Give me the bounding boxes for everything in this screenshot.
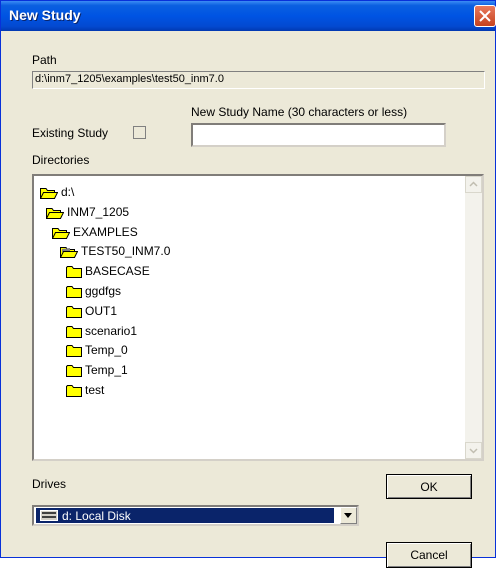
hard-disk-icon <box>40 510 58 521</box>
directory-item-label: Temp_0 <box>85 343 128 357</box>
folder-open-icon <box>52 226 73 239</box>
folder-icon <box>66 285 85 298</box>
folder-icon <box>66 384 85 397</box>
directory-item-label: test <box>85 383 105 397</box>
directory-item[interactable]: BASECASE <box>66 262 150 280</box>
directory-item[interactable]: INM7_1205 <box>46 203 129 221</box>
existing-study-checkbox[interactable] <box>133 126 146 139</box>
directory-item-label: Temp_1 <box>85 363 128 377</box>
study-name-input[interactable] <box>191 123 446 147</box>
scroll-up-button[interactable] <box>465 176 482 193</box>
existing-study-label: Existing Study <box>32 126 109 140</box>
directory-item-label: TEST50_INM7.0 <box>81 244 171 258</box>
directory-item[interactable]: EXAMPLES <box>52 223 138 241</box>
drives-dropdown-button[interactable] <box>340 507 357 524</box>
directory-item-label: INM7_1205 <box>67 205 130 219</box>
directory-item-label: EXAMPLES <box>73 225 138 239</box>
directory-item-label: ggdfgs <box>85 284 122 298</box>
directory-item[interactable]: ggdfgs <box>66 282 121 300</box>
ok-button[interactable]: OK <box>386 474 472 499</box>
folder-icon <box>66 344 85 357</box>
drives-selected-item: d: Local Disk <box>36 508 334 523</box>
cancel-button-label: Cancel <box>410 548 448 562</box>
window-title: New Study <box>9 7 81 23</box>
chevron-down-icon <box>469 448 478 454</box>
drives-selected-label: d: Local Disk <box>62 508 131 523</box>
title-bar[interactable]: New Study <box>1 1 496 31</box>
folder-icon <box>66 325 85 338</box>
scroll-down-button[interactable] <box>465 442 482 459</box>
dropdown-arrow-icon <box>344 513 352 518</box>
directory-item[interactable]: OUT1 <box>66 302 117 320</box>
cancel-button[interactable]: Cancel <box>386 542 472 568</box>
directory-item[interactable]: d:\ <box>40 183 74 201</box>
directory-item-label: BASECASE <box>85 264 150 278</box>
directory-item[interactable]: Temp_0 <box>66 341 128 359</box>
folder-icon <box>66 265 85 278</box>
study-name-label: New Study Name (30 characters or less) <box>191 105 408 119</box>
chevron-up-icon <box>469 181 478 187</box>
close-icon <box>479 10 491 22</box>
new-study-dialog: New Study Path d:\inm7_1205\examples\tes… <box>0 0 496 568</box>
directories-label: Directories <box>32 153 90 167</box>
drives-label: Drives <box>32 477 67 491</box>
directories-list[interactable]: d:\ INM7_1205 EXAMPLES TEST50_INM7.0 BASECAS… <box>32 174 484 461</box>
folder-icon <box>66 305 85 318</box>
directory-item[interactable]: TEST50_INM7.0 <box>60 242 170 260</box>
path-display: d:\inm7_1205\examples\test50_inm7.0 <box>32 71 485 89</box>
folder-current-icon <box>60 245 81 258</box>
ok-button-label: OK <box>420 479 438 494</box>
close-button[interactable] <box>474 5 496 27</box>
directory-item-label: d:\ <box>61 185 75 199</box>
folder-icon <box>66 364 85 377</box>
folder-open-icon <box>40 186 61 199</box>
directory-item-label: OUT1 <box>85 304 118 318</box>
directory-item-label: scenario1 <box>85 324 138 338</box>
directory-item[interactable]: scenario1 <box>66 322 137 340</box>
directory-item[interactable]: test <box>66 381 104 399</box>
directory-item[interactable]: Temp_1 <box>66 361 128 379</box>
directories-scrollbar[interactable] <box>465 176 482 459</box>
folder-open-icon <box>46 206 67 219</box>
path-label: Path <box>32 53 57 67</box>
drives-select[interactable]: d: Local Disk <box>32 505 359 526</box>
